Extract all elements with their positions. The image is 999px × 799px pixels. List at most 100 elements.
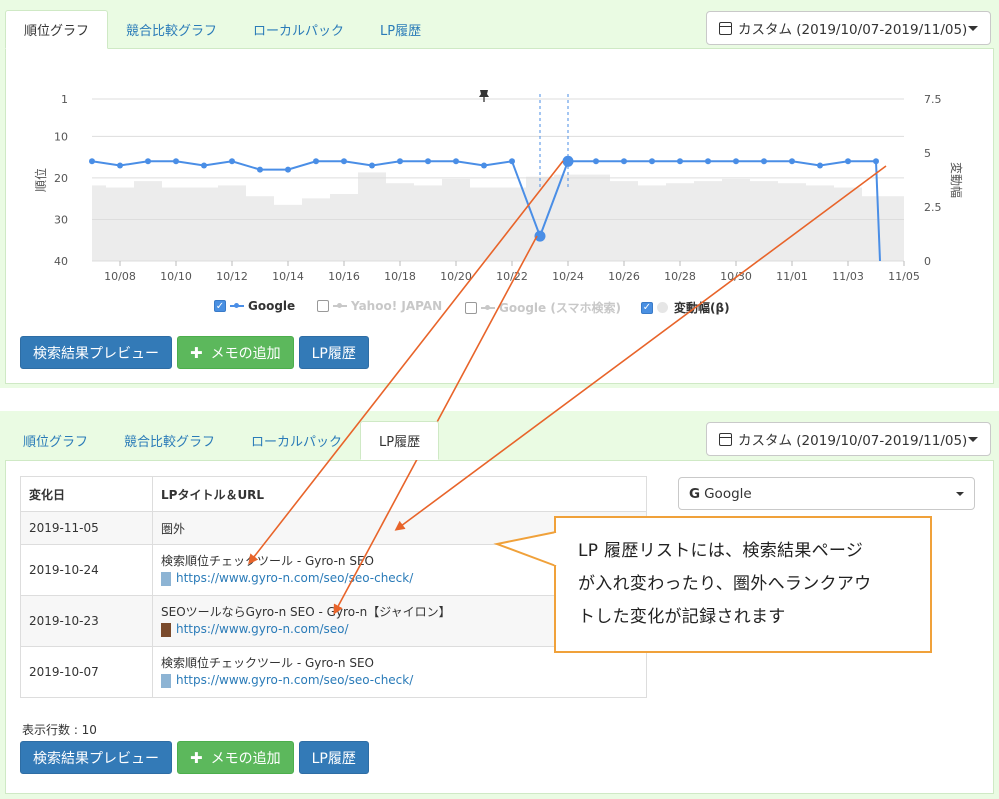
y2-tick-label: 2.5 bbox=[924, 201, 942, 214]
x-tick-label: 10/22 bbox=[496, 270, 528, 283]
data-point bbox=[733, 158, 739, 165]
legend-volatility[interactable]: ✓ 変動幅(β) bbox=[641, 299, 730, 316]
row-count: 表示行数 : 10 bbox=[22, 723, 97, 737]
legend-yahoo[interactable]: Yahoo! JAPAN bbox=[317, 299, 442, 313]
volatility-bar bbox=[890, 196, 904, 261]
add-memo-button[interactable]: ✚ メモの追加 bbox=[177, 741, 294, 774]
data-point bbox=[453, 158, 459, 165]
y2-tick-label: 5 bbox=[924, 147, 931, 160]
checkbox-volatility[interactable]: ✓ bbox=[641, 301, 653, 314]
bottom-tabs: 順位グラフ 競合比較グラフ ローカルパック LP履歴 bbox=[5, 421, 440, 460]
data-point bbox=[593, 158, 599, 165]
search-engine-select[interactable]: G Google bbox=[678, 477, 975, 510]
add-memo-label: メモの追加 bbox=[210, 750, 281, 767]
data-point bbox=[873, 158, 879, 165]
table-header-row: 変化日 LPタイトル＆URL bbox=[20, 476, 647, 512]
search-engine-label: Google bbox=[704, 485, 752, 502]
x-tick-label: 10/16 bbox=[328, 270, 360, 283]
table-row: 2019-10-07 検索順位チェックツール - Gyro-n SEO http… bbox=[20, 646, 647, 698]
data-point bbox=[425, 158, 431, 165]
tab-local-pack[interactable]: ローカルパック bbox=[233, 421, 360, 460]
lp-history-button[interactable]: LP履歴 bbox=[298, 336, 369, 369]
rank-chart: 1 10 20 30 40 7.5 5 2.5 0 順位 変動幅 10/08 10/10 10/12 10/… bbox=[33, 90, 964, 283]
caret-down-icon bbox=[956, 491, 964, 496]
data-point bbox=[313, 158, 319, 165]
row-date: 2019-10-07 bbox=[20, 646, 153, 698]
x-tick-label: 10/26 bbox=[608, 270, 640, 283]
checkbox-google-mobile[interactable] bbox=[465, 301, 477, 314]
tab-rank-graph[interactable]: 順位グラフ bbox=[5, 10, 109, 49]
y2-tick-label: 7.5 bbox=[924, 93, 942, 106]
row-date: 2019-11-05 bbox=[20, 511, 153, 545]
volatility-bar bbox=[666, 183, 694, 261]
y-tick-label: 30 bbox=[54, 213, 68, 226]
y-tick-label: 40 bbox=[54, 255, 68, 268]
legend-dot-icon bbox=[657, 302, 668, 313]
data-point bbox=[509, 158, 515, 165]
data-point bbox=[257, 166, 263, 173]
data-point bbox=[761, 158, 767, 165]
volatility-bar bbox=[358, 172, 386, 261]
table-row: 2019-11-05 圏外 bbox=[20, 511, 647, 545]
date-range-dropdown[interactable]: カスタム (2019/10/07-2019/11/05) bbox=[706, 422, 991, 456]
y-tick-label: 10 bbox=[54, 130, 68, 143]
explanation-callout: LP 履歴リストには、検索結果ページ が入れ変わったり、圏外へランクアウ トした… bbox=[554, 516, 932, 653]
data-point bbox=[481, 162, 487, 169]
legend-line-icon bbox=[481, 304, 495, 310]
volatility-bar bbox=[106, 187, 134, 261]
data-point bbox=[117, 162, 123, 169]
x-tick-label: 10/14 bbox=[272, 270, 304, 283]
row-url-link[interactable]: https://www.gyro-n.com/seo/ bbox=[176, 621, 349, 638]
volatility-bar bbox=[414, 185, 442, 261]
row-lp: 検索順位チェックツール - Gyro-n SEO https://www.gyr… bbox=[152, 646, 647, 698]
row-url-link[interactable]: https://www.gyro-n.com/seo/seo-check/ bbox=[176, 672, 413, 689]
lp-history-button[interactable]: LP履歴 bbox=[298, 741, 369, 774]
data-point bbox=[397, 158, 403, 165]
data-point bbox=[229, 158, 235, 165]
caret-down-icon bbox=[968, 436, 978, 442]
checkbox-yahoo[interactable] bbox=[317, 300, 329, 312]
tab-lp-history[interactable]: LP履歴 bbox=[360, 421, 440, 460]
pin-icon bbox=[479, 90, 489, 102]
legend-google[interactable]: ✓ Google bbox=[214, 299, 295, 313]
y2-axis-label: 変動幅 bbox=[949, 162, 964, 198]
tab-competitor-graph[interactable]: 競合比較グラフ bbox=[106, 421, 233, 460]
row-date: 2019-10-23 bbox=[20, 595, 153, 647]
callout-line: が入れ変わったり、圏外へランクアウ bbox=[578, 574, 872, 594]
plus-icon: ✚ bbox=[190, 343, 203, 362]
volatility-bar bbox=[218, 185, 246, 261]
data-point bbox=[649, 158, 655, 165]
pin-head bbox=[479, 90, 489, 97]
volatility-bar bbox=[246, 196, 274, 261]
color-swatch bbox=[161, 622, 171, 637]
tab-rank-graph[interactable]: 順位グラフ bbox=[5, 421, 106, 460]
row-url-link[interactable]: https://www.gyro-n.com/seo/seo-check/ bbox=[176, 570, 413, 587]
x-tick-label: 10/24 bbox=[552, 270, 584, 283]
checkbox-google[interactable]: ✓ bbox=[214, 300, 226, 312]
add-memo-button[interactable]: ✚ メモの追加 bbox=[177, 336, 294, 369]
volatility-bar bbox=[330, 194, 358, 261]
data-point bbox=[677, 158, 683, 165]
x-tick-label: 10/30 bbox=[720, 270, 752, 283]
table-row: 2019-10-23 SEOツールならGyro-n SEO - Gyro-n【ジ… bbox=[20, 595, 647, 647]
volatility-bar bbox=[92, 185, 106, 261]
highlight-point bbox=[562, 155, 574, 167]
y-tick-label: 20 bbox=[54, 172, 68, 185]
volatility-bar bbox=[638, 185, 666, 261]
x-tick-label: 10/28 bbox=[664, 270, 696, 283]
legend-label: Google bbox=[248, 299, 296, 313]
legend-google-mobile[interactable]: Google (スマホ検索) bbox=[465, 299, 621, 316]
data-point bbox=[705, 158, 711, 165]
search-preview-button[interactable]: 検索結果プレビュー bbox=[20, 741, 172, 774]
legend-line-icon bbox=[333, 303, 347, 308]
google-g-icon: G bbox=[689, 485, 701, 502]
data-point bbox=[341, 158, 347, 165]
volatility-bar bbox=[778, 183, 806, 261]
calendar-icon bbox=[719, 432, 732, 446]
volatility-bar bbox=[274, 204, 302, 261]
search-preview-button[interactable]: 検索結果プレビュー bbox=[20, 336, 172, 369]
x-tick-label: 10/08 bbox=[104, 270, 136, 283]
volatility-bar bbox=[834, 187, 862, 261]
volatility-bar bbox=[498, 187, 526, 261]
color-swatch bbox=[161, 571, 171, 586]
